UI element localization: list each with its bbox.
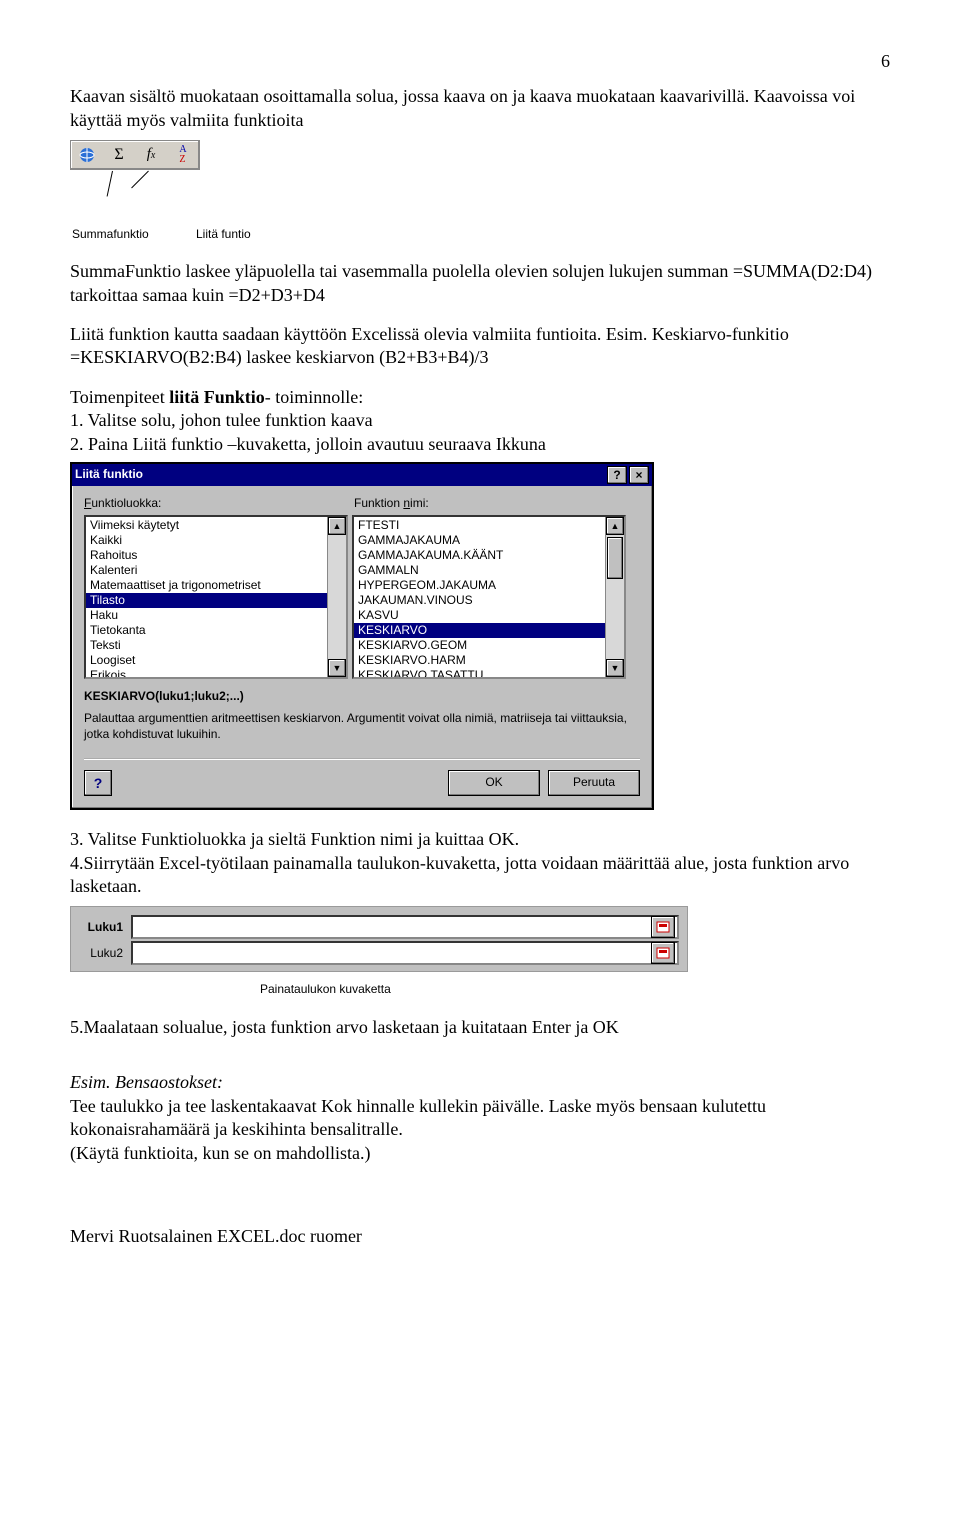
list-item[interactable]: KESKIARVO.GEOM xyxy=(354,638,605,653)
collapse-dialog-icon[interactable] xyxy=(651,942,675,964)
footer: Mervi Ruotsalainen EXCEL.doc ruomer xyxy=(70,1225,890,1248)
toolbar-label-liita: Liitä funtio xyxy=(196,227,251,243)
toolbar-image: Σ fx AZ Summafunktio Liitä funtio xyxy=(70,140,890,242)
scrollbar[interactable]: ▲ ▼ xyxy=(327,517,346,677)
dialog-titlebar[interactable]: Liitä funktio ? × xyxy=(72,464,652,486)
list-item[interactable]: KESKIARVO.TASATTU xyxy=(354,668,605,677)
step-1: 1. Valitse solu, johon tulee funktion ka… xyxy=(70,409,890,432)
arguments-panel: Luku1 Luku2 xyxy=(70,906,688,972)
list-item[interactable]: Tietokanta xyxy=(86,623,327,638)
para-intro: Kaavan sisältö muokataan osoittamalla so… xyxy=(70,85,890,132)
function-listbox[interactable]: FTESTIGAMMAJAKAUMAGAMMAJAKAUMA.KÄÄNTGAMM… xyxy=(352,515,626,679)
toolbar-globe-icon xyxy=(72,142,102,168)
list-item[interactable]: Teksti xyxy=(86,638,327,653)
list-item[interactable]: JAKAUMAN.VINOUS xyxy=(354,593,605,608)
label-function-name: Funktion nimi: xyxy=(354,496,429,512)
close-icon[interactable]: × xyxy=(629,466,649,484)
list-item[interactable]: Loogiset xyxy=(86,653,327,668)
dialog-title: Liitä funktio xyxy=(75,467,143,483)
summa-description: SummaFunktio laskee yläpuolella tai vase… xyxy=(70,260,890,307)
function-description: Palauttaa argumenttien aritmeettisen kes… xyxy=(84,711,640,742)
scroll-up-icon[interactable]: ▲ xyxy=(328,517,346,535)
step-3: 3. Valitse Funktioluokka ja sieltä Funkt… xyxy=(70,828,890,851)
sum-icon: Σ xyxy=(104,142,134,168)
page-number: 6 xyxy=(70,50,890,73)
function-syntax: KESKIARVO(luku1;luku2;...) xyxy=(84,689,640,705)
scroll-down-icon[interactable]: ▼ xyxy=(328,659,346,677)
scrollbar[interactable]: ▲ ▼ xyxy=(605,517,624,677)
list-item[interactable]: Kaikki xyxy=(86,533,327,548)
list-item[interactable]: Matemaattiset ja trigonometriset xyxy=(86,578,327,593)
example-body: Tee taulukko ja tee laskentakaavat Kok h… xyxy=(70,1095,890,1142)
luku2-label: Luku2 xyxy=(79,946,123,962)
collapse-dialog-icon[interactable] xyxy=(651,916,675,938)
luku-caption: Painataulukon kuvaketta xyxy=(260,982,890,998)
list-item[interactable]: Erikois xyxy=(86,668,327,677)
scroll-down-icon[interactable]: ▼ xyxy=(606,659,624,677)
list-item[interactable]: GAMMAJAKAUMA.KÄÄNT xyxy=(354,548,605,563)
paste-function-dialog: Liitä funktio ? × Funktioluokka: Funktio… xyxy=(70,462,654,810)
scroll-up-icon[interactable]: ▲ xyxy=(606,517,624,535)
list-item[interactable]: KESKIARVO xyxy=(354,623,605,638)
luku2-input[interactable] xyxy=(131,941,679,965)
toolbar-label-summa: Summafunktio xyxy=(72,227,182,243)
liita-description: Liitä funktion kautta saadaan käyttöön E… xyxy=(70,323,890,370)
list-item[interactable]: Haku xyxy=(86,608,327,623)
list-item[interactable]: Viimeksi käytetyt xyxy=(86,518,327,533)
list-item[interactable]: FTESTI xyxy=(354,518,605,533)
example-note: (Käytä funktioita, kun se on mahdollista… xyxy=(70,1142,890,1165)
cancel-button[interactable]: Peruuta xyxy=(548,770,640,796)
step-5: 5.Maalataan solualue, josta funktion arv… xyxy=(70,1016,890,1039)
list-item[interactable]: HYPERGEOM.JAKAUMA xyxy=(354,578,605,593)
list-item[interactable]: KASVU xyxy=(354,608,605,623)
label-category: Funktioluokka: xyxy=(84,496,354,512)
list-item[interactable]: GAMMAJAKAUMA xyxy=(354,533,605,548)
step-4: 4.Siirrytään Excel-työtilaan painamalla … xyxy=(70,852,890,899)
help-icon[interactable]: ? xyxy=(607,466,627,484)
list-item[interactable]: Tilasto xyxy=(86,593,327,608)
luku1-label: Luku1 xyxy=(79,920,123,936)
list-item[interactable]: Rahoitus xyxy=(86,548,327,563)
ok-button[interactable]: OK xyxy=(448,770,540,796)
step-2: 2. Paina Liitä funktio –kuvaketta, jollo… xyxy=(70,433,890,456)
help-button[interactable]: ? xyxy=(84,770,112,796)
category-listbox[interactable]: Viimeksi käytetytKaikkiRahoitusKalenteri… xyxy=(84,515,348,679)
luku1-input[interactable] xyxy=(131,915,679,939)
steps-title: Toimenpiteet liitä Funktio- toiminnolle: xyxy=(70,386,890,409)
paste-function-icon: fx xyxy=(136,142,166,168)
sort-asc-icon: AZ xyxy=(168,142,198,168)
list-item[interactable]: GAMMALN xyxy=(354,563,605,578)
list-item[interactable]: KESKIARVO.HARM xyxy=(354,653,605,668)
list-item[interactable]: Kalenteri xyxy=(86,563,327,578)
example-title: Esim. Bensaostokset: xyxy=(70,1071,890,1094)
